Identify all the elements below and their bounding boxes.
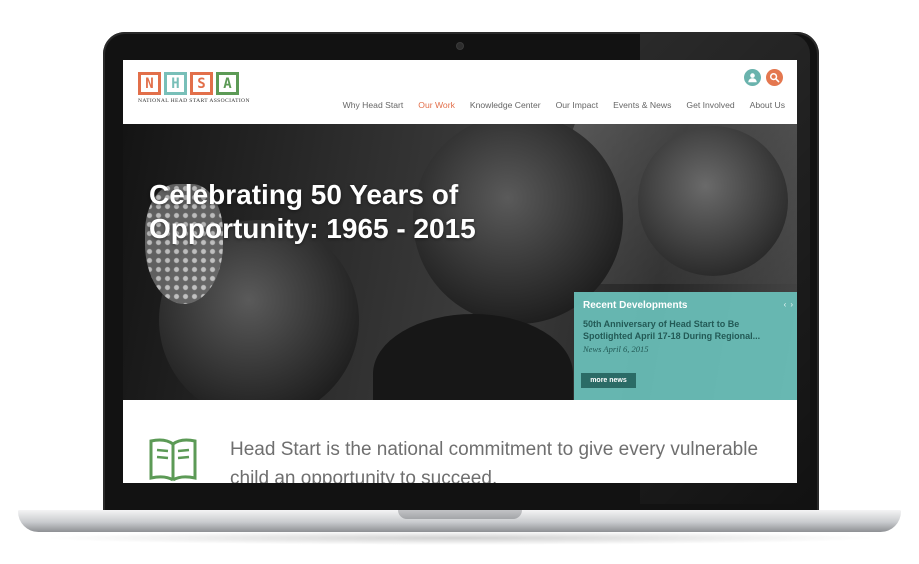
hero-photo-child-right bbox=[638, 126, 788, 276]
laptop-shadow bbox=[40, 531, 880, 545]
nhsa-logo[interactable]: N H S A NATIONAL HEAD START ASSOCIATION bbox=[138, 72, 250, 104]
logo-letter-h: H bbox=[164, 72, 187, 95]
hero-banner: Celebrating 50 Years of Opportunity: 196… bbox=[123, 124, 797, 400]
hero-title: Celebrating 50 Years of Opportunity: 196… bbox=[149, 179, 476, 244]
book-icon bbox=[147, 438, 199, 483]
prev-arrow-icon[interactable]: ‹ bbox=[784, 301, 787, 309]
recent-developments-panel: Recent Developments ‹ › 50th Anniversary… bbox=[574, 292, 797, 400]
next-arrow-icon[interactable]: › bbox=[790, 301, 793, 309]
carousel-arrows: ‹ › bbox=[784, 301, 793, 309]
main-nav: Why Head Start Our Work Knowledge Center… bbox=[343, 100, 785, 110]
nav-about-us[interactable]: About Us bbox=[750, 100, 785, 110]
more-news-button[interactable]: more news bbox=[581, 373, 636, 388]
nav-our-impact[interactable]: Our Impact bbox=[556, 100, 599, 110]
header-icons bbox=[744, 69, 783, 86]
recent-developments-title: Recent Developments bbox=[583, 300, 688, 311]
nav-knowledge-center[interactable]: Knowledge Center bbox=[470, 100, 541, 110]
laptop-notch bbox=[398, 510, 522, 519]
logo-letter-boxes: N H S A bbox=[138, 72, 250, 95]
search-icon[interactable] bbox=[766, 69, 783, 86]
website-screen: N H S A NATIONAL HEAD START ASSOCIATION bbox=[123, 60, 797, 483]
nav-events-news[interactable]: Events & News bbox=[613, 100, 671, 110]
intro-statement: Head Start is the national commitment to… bbox=[230, 439, 759, 483]
camera-icon bbox=[457, 43, 463, 49]
logo-tagline: NATIONAL HEAD START ASSOCIATION bbox=[138, 98, 250, 104]
logo-letter-s: S bbox=[190, 72, 213, 95]
nav-get-involved[interactable]: Get Involved bbox=[686, 100, 734, 110]
site-header: N H S A NATIONAL HEAD START ASSOCIATION bbox=[123, 60, 797, 124]
news-headline-link[interactable]: 50th Anniversary of Head Start to Be Spo… bbox=[583, 319, 788, 343]
nav-why-head-start[interactable]: Why Head Start bbox=[343, 100, 404, 110]
intro-section: Head Start is the national commitment to… bbox=[123, 400, 797, 483]
hero-photo-shirt bbox=[373, 314, 573, 400]
nav-our-work[interactable]: Our Work bbox=[418, 100, 455, 110]
user-icon[interactable] bbox=[744, 69, 761, 86]
logo-letter-n: N bbox=[138, 72, 161, 95]
logo-letter-a: A bbox=[216, 72, 239, 95]
news-date: News April 6, 2015 bbox=[583, 344, 649, 354]
